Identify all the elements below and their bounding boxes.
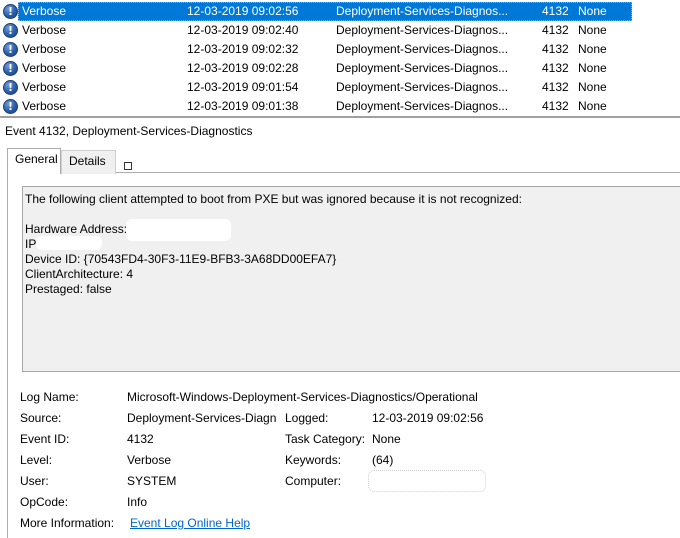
keywords-label: Keywords:: [285, 453, 342, 467]
event-log-online-help-link[interactable]: Event Log Online Help: [130, 516, 250, 531]
event-source: Deployment-Services-Diagnos...: [336, 4, 509, 18]
event-row[interactable]: ! Verbose 12-03-2019 09:02:28 Deployment…: [0, 59, 680, 78]
user-label: User:: [20, 474, 49, 488]
event-row[interactable]: ! Verbose 12-03-2019 09:02:40 Deployment…: [0, 21, 680, 40]
opcode-label: OpCode:: [20, 495, 69, 509]
tab-general[interactable]: General: [7, 148, 61, 174]
event-task: None: [578, 4, 607, 18]
event-level: Verbose: [22, 23, 67, 37]
device-id-line: Device ID: {70543FD4-30F3-11E9-BFB3-3A68…: [25, 252, 337, 266]
source-label: Source:: [20, 411, 62, 425]
event-source: Deployment-Services-Diagnos...: [336, 23, 509, 37]
event-id: 4132: [542, 80, 569, 94]
event-task: None: [578, 42, 607, 56]
event-row[interactable]: ! Verbose 12-03-2019 09:01:54 Deployment…: [0, 78, 680, 97]
source-value: Deployment-Services-Diagn: [127, 411, 277, 425]
log-name-value: Microsoft-Windows-Deployment-Services-Di…: [127, 390, 478, 404]
level-value: Verbose: [127, 453, 172, 467]
event-date: 12-03-2019 09:01:38: [187, 99, 299, 113]
event-source: Deployment-Services-Diagnos...: [336, 42, 509, 56]
redaction-mark: [126, 219, 231, 241]
task-category-value: None: [372, 432, 401, 446]
event-id: 4132: [542, 61, 569, 75]
info-icon: !: [3, 4, 18, 19]
event-row[interactable]: ! Verbose 12-03-2019 09:01:38 Deployment…: [0, 97, 680, 116]
event-task: None: [578, 99, 607, 113]
event-level: Verbose: [22, 61, 67, 75]
event-level: Verbose: [22, 4, 67, 18]
event-level: Verbose: [22, 80, 67, 94]
client-architecture-line: ClientArchitecture: 4: [25, 267, 134, 281]
event-source: Deployment-Services-Diagnos...: [336, 99, 509, 113]
more-information-label: More Information:: [20, 516, 115, 530]
info-icon: !: [3, 99, 18, 114]
hardware-address-line: Hardware Address:: [25, 222, 128, 236]
pane-splitter[interactable]: [0, 116, 680, 118]
event-task: None: [578, 23, 607, 37]
redaction-mark: [36, 236, 102, 250]
opcode-value: Info: [127, 495, 148, 509]
level-label: Level:: [20, 453, 53, 467]
selection-highlight: [18, 2, 632, 21]
user-value: SYSTEM: [127, 474, 177, 488]
info-icon: !: [3, 42, 18, 57]
event-id: 4132: [542, 23, 569, 37]
event-level: Verbose: [22, 42, 67, 56]
event-date: 12-03-2019 09:02:32: [187, 42, 299, 56]
event-source: Deployment-Services-Diagnos...: [336, 80, 509, 94]
focus-indicator: [124, 162, 132, 170]
event-task: None: [578, 61, 607, 75]
prestaged-line: Prestaged: false: [25, 282, 112, 296]
event-row[interactable]: ! Verbose 12-03-2019 09:02:56 Deployment…: [0, 2, 680, 21]
event-task: None: [578, 80, 607, 94]
logged-value: 12-03-2019 09:02:56: [372, 411, 484, 425]
event-detail-title: Event 4132, Deployment-Services-Diagnost…: [5, 124, 253, 138]
keywords-value: (64): [372, 453, 394, 467]
log-name-label: Log Name:: [20, 390, 79, 404]
event-id: 4132: [542, 99, 569, 113]
redaction-mark: [368, 470, 486, 492]
event-date: 12-03-2019 09:02:56: [187, 4, 299, 18]
event-id: 4132: [542, 4, 569, 18]
event-id-value: 4132: [127, 432, 154, 446]
info-icon: !: [3, 80, 18, 95]
computer-label: Computer:: [285, 474, 342, 488]
event-source: Deployment-Services-Diagnos...: [336, 61, 509, 75]
info-icon: !: [3, 23, 18, 38]
event-date: 12-03-2019 09:02:40: [187, 23, 299, 37]
event-date: 12-03-2019 09:02:28: [187, 61, 299, 75]
task-category-label: Task Category:: [285, 432, 366, 446]
logged-label: Logged:: [285, 411, 329, 425]
event-id-label: Event ID:: [20, 432, 70, 446]
event-list: ! Verbose 12-03-2019 09:02:56 Deployment…: [0, 0, 680, 116]
event-date: 12-03-2019 09:01:54: [187, 80, 299, 94]
event-level: Verbose: [22, 99, 67, 113]
tab-details[interactable]: Details: [61, 150, 116, 174]
message-line: The following client attempted to boot f…: [25, 192, 522, 206]
info-icon: !: [3, 61, 18, 76]
event-id: 4132: [542, 42, 569, 56]
event-row[interactable]: ! Verbose 12-03-2019 09:02:32 Deployment…: [0, 40, 680, 59]
